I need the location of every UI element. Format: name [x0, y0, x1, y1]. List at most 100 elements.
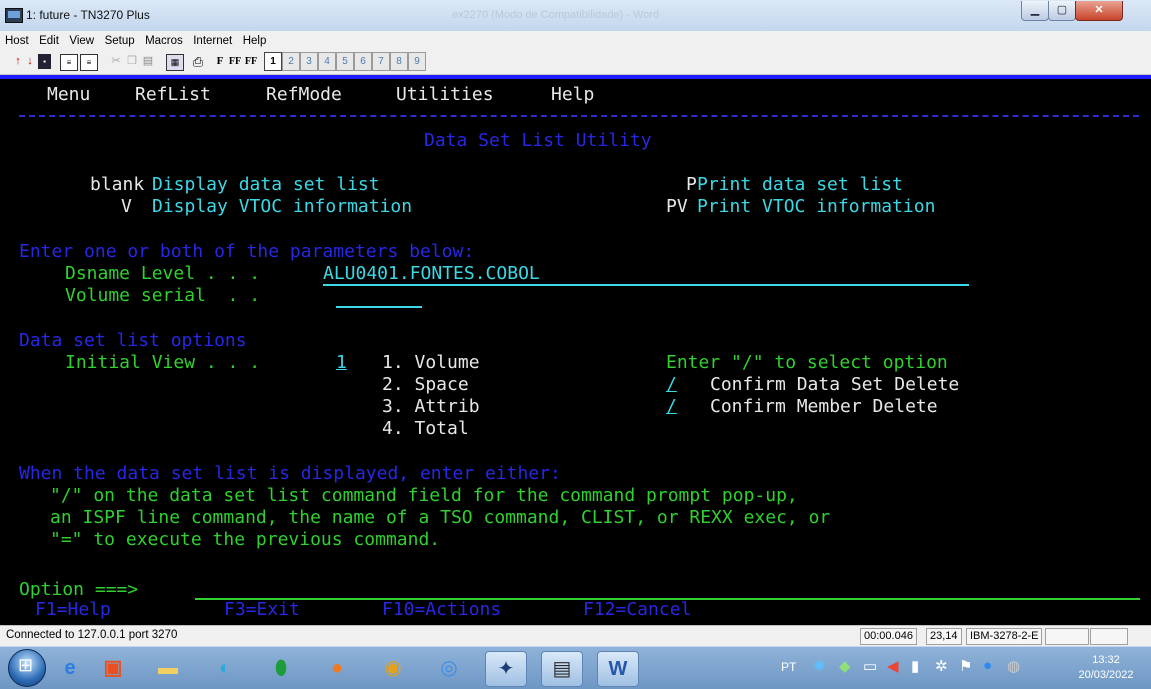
- info-line-3: "=" to execute the previous command.: [50, 529, 441, 550]
- menu-divider: [19, 115, 1139, 117]
- save-disk-icon[interactable]: ▪: [38, 54, 51, 69]
- action-key-p: P: [686, 174, 697, 195]
- menu-edit[interactable]: Edit: [39, 35, 59, 47]
- toolbar: ↑ ↓ ▪ ≡ ≡ ✂ ❐ ▤ ▦ ⎙ F FF FF 1 2 3 4 5 6 …: [0, 49, 1151, 75]
- copy-icon[interactable]: ❐: [126, 54, 138, 69]
- session-button-2[interactable]: 2: [282, 52, 300, 71]
- session-button-3[interactable]: 3: [300, 52, 318, 71]
- maximize-button[interactable]: ▢: [1048, 1, 1076, 21]
- session-button-8[interactable]: 8: [390, 52, 408, 71]
- chromium-icon[interactable]: ◎: [429, 651, 469, 685]
- paste-icon[interactable]: ▤: [142, 54, 154, 69]
- elapsed-time: 00:00.046: [860, 628, 917, 645]
- term-menu-utilities[interactable]: Utilities: [396, 84, 494, 106]
- dsname-field-underline: [323, 284, 969, 286]
- term-menu-reflist[interactable]: RefList: [135, 84, 211, 106]
- chrome-icon[interactable]: ◉: [373, 651, 413, 685]
- session-button-7[interactable]: 7: [372, 52, 390, 71]
- system-tray: PT ✺ ◆ ▭ ◀ ▮ ✲ ⚑ ● ◍: [775, 651, 1057, 685]
- taskbar: e ▣ ▬ ◐ ⬮ ● ◉ ◎ ✦ ▤ W PT ✺ ◆ ▭ ◀ ▮ ✲ ⚑ ●…: [0, 646, 1151, 689]
- minimize-button[interactable]: ▁: [1021, 1, 1049, 21]
- session-button-4[interactable]: 4: [318, 52, 336, 71]
- fkey-exit[interactable]: F3=Exit: [224, 599, 300, 621]
- battery-icon[interactable]: ▮: [911, 657, 919, 675]
- terminal-model: IBM-3278-2-E: [966, 628, 1043, 645]
- app-tray-icon[interactable]: ●: [983, 657, 992, 674]
- ie-icon[interactable]: e: [50, 651, 90, 685]
- fkey-cancel[interactable]: F12=Cancel: [583, 599, 691, 621]
- flag-icon[interactable]: ⚑: [959, 657, 972, 675]
- session-button-1[interactable]: 1: [264, 52, 282, 71]
- word-icon[interactable]: W: [597, 651, 639, 687]
- cut-icon[interactable]: ✂: [110, 54, 122, 69]
- font-small-button[interactable]: F: [214, 54, 226, 69]
- status-bar: Connected to 127.0.0.1 port 3270 00:00.0…: [0, 625, 1151, 646]
- dsname-input[interactable]: ALU0401.FONTES.COBOL: [323, 263, 540, 285]
- keyboard-map-icon[interactable]: ▦: [166, 54, 184, 71]
- folder-icon[interactable]: ▬: [148, 651, 188, 685]
- print-setup-icon[interactable]: ≡: [80, 54, 98, 71]
- font-large-button[interactable]: FF: [244, 54, 258, 69]
- session-button-5[interactable]: 5: [336, 52, 354, 71]
- terminal-app-icon: [5, 8, 23, 23]
- action-key-pv: PV: [666, 196, 688, 217]
- action-display-list: Display data set list: [152, 174, 380, 195]
- vpn-icon[interactable]: ⬮: [261, 651, 301, 685]
- title-bar: 1: future - TN3270 Plus ex2270 (Modo de …: [0, 0, 1151, 32]
- confirm-member-delete-label: Confirm Member Delete: [710, 396, 938, 417]
- edge-icon[interactable]: ◐: [205, 651, 245, 685]
- fkey-actions[interactable]: F10=Actions: [382, 599, 501, 621]
- network-icon[interactable]: ✺: [813, 657, 826, 675]
- office-icon[interactable]: ▣: [93, 651, 133, 685]
- clock[interactable]: 13:32 20/03/2022: [1064, 653, 1148, 683]
- action-display-vtoc: Display VTOC information: [152, 196, 413, 217]
- status-panel-empty-2: [1090, 628, 1128, 645]
- download-arrow-icon[interactable]: ↓: [24, 54, 36, 69]
- upload-arrow-icon[interactable]: ↑: [12, 54, 24, 69]
- volume-label: Volume serial . .: [65, 285, 261, 306]
- view-option-space: 2. Space: [382, 374, 469, 395]
- dsname-label: Dsname Level . . .: [65, 263, 261, 284]
- fkey-help[interactable]: F1=Help: [35, 599, 111, 621]
- printer-icon[interactable]: ⎙: [190, 54, 206, 69]
- volume-icon[interactable]: ◀: [887, 657, 899, 675]
- window-title: 1: future - TN3270 Plus: [26, 8, 150, 22]
- tn3270-icon[interactable]: ▤: [541, 651, 583, 687]
- info-line-2: an ISPF line command, the name of a TSO …: [50, 507, 831, 528]
- confirm-member-delete-checkbox[interactable]: /: [666, 396, 677, 418]
- options-heading: Data set list options: [19, 330, 247, 351]
- close-button[interactable]: ✕: [1075, 1, 1123, 21]
- shield-icon[interactable]: ◆: [839, 657, 851, 675]
- initial-view-input[interactable]: 1: [336, 352, 347, 374]
- info-line-1: "/" on the data set list command field f…: [50, 485, 798, 506]
- action-print-list: Print data set list: [697, 174, 903, 195]
- term-menu-help[interactable]: Help: [551, 84, 594, 106]
- background-window-title: ex2270 (Modo de Compatibilidade) - Word: [452, 9, 660, 21]
- menu-help[interactable]: Help: [243, 35, 267, 47]
- view-option-total: 4. Total: [382, 418, 469, 439]
- status-panel-empty: [1045, 628, 1089, 645]
- tool-icon[interactable]: ✦: [485, 651, 527, 687]
- menu-internet[interactable]: Internet: [193, 35, 232, 47]
- term-menu-refmode[interactable]: RefMode: [266, 84, 342, 106]
- menu-host[interactable]: Host: [5, 35, 29, 47]
- language-indicator[interactable]: PT: [781, 660, 796, 674]
- misc-tray-icon[interactable]: ◍: [1007, 657, 1020, 675]
- monitor-icon[interactable]: ▭: [863, 657, 877, 675]
- print-screen-icon[interactable]: ≡: [60, 54, 78, 71]
- confirm-dataset-delete-checkbox[interactable]: /: [666, 374, 677, 396]
- sync-icon[interactable]: ✲: [935, 657, 948, 675]
- tn3270-window: 1: future - TN3270 Plus ex2270 (Modo de …: [0, 0, 1151, 689]
- terminal-screen[interactable]: Menu RefList RefMode Utilities Help Data…: [0, 79, 1151, 625]
- menu-view[interactable]: View: [69, 35, 94, 47]
- start-button[interactable]: [8, 649, 46, 687]
- firefox-icon[interactable]: ●: [317, 651, 357, 685]
- menu-macros[interactable]: Macros: [145, 35, 183, 47]
- term-menu-menu[interactable]: Menu: [47, 84, 90, 106]
- menu-setup[interactable]: Setup: [105, 35, 135, 47]
- session-button-6[interactable]: 6: [354, 52, 372, 71]
- session-button-9[interactable]: 9: [408, 52, 426, 71]
- volume-field-underline: [336, 306, 422, 308]
- font-medium-button[interactable]: FF: [228, 54, 242, 69]
- view-option-volume: 1. Volume: [382, 352, 480, 373]
